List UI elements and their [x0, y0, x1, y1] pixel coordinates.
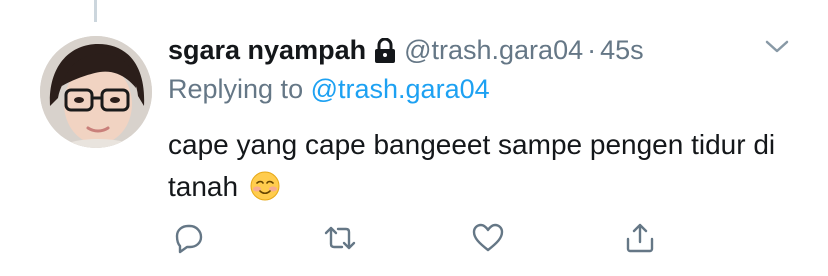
heart-icon [471, 222, 505, 259]
separator-dot: · [587, 34, 597, 65]
timestamp[interactable]: 45s [600, 35, 644, 66]
retweet-icon [323, 222, 357, 259]
handle[interactable]: @trash.gara04 [404, 35, 583, 66]
thread-connector-line [94, 0, 97, 22]
smiling-face-emoji-icon [250, 171, 280, 201]
reply-icon [171, 222, 205, 259]
display-name[interactable]: sgara nyampah [168, 35, 366, 66]
tweet-header: sgara nyampah @trash.gara04 · 45s [168, 30, 644, 70]
replying-prefix: Replying to [168, 74, 304, 104]
chevron-down-icon[interactable] [764, 38, 790, 56]
like-button[interactable] [468, 220, 508, 260]
avatar[interactable] [40, 36, 152, 148]
replying-to-line: Replying to @trash.gara04 [168, 74, 490, 105]
share-icon [623, 222, 657, 259]
tweet-text: cape yang cape bangeeet sampe pengen tid… [168, 124, 788, 208]
share-button[interactable] [620, 220, 660, 260]
retweet-button[interactable] [320, 220, 360, 260]
lock-icon [374, 37, 396, 64]
reply-button[interactable] [168, 220, 208, 260]
replying-to-link[interactable]: @trash.gara04 [311, 74, 490, 104]
